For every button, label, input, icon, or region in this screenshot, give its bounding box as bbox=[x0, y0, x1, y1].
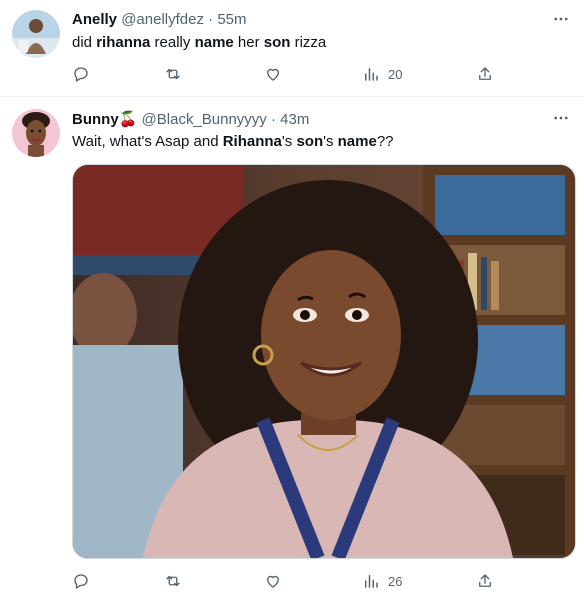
text-part-bold: rihanna bbox=[96, 34, 151, 51]
retweet-icon bbox=[166, 575, 180, 587]
more-icon[interactable] bbox=[552, 10, 570, 33]
share-button[interactable] bbox=[476, 64, 494, 84]
timestamp[interactable]: 55m bbox=[217, 11, 246, 28]
tweet-anelly[interactable]: Anelly @anellyfdez · 55m did rihanna rea… bbox=[0, 0, 584, 97]
text-part: rizza bbox=[290, 34, 327, 51]
like-icon bbox=[267, 575, 279, 588]
views-button[interactable]: 26 bbox=[362, 571, 402, 591]
reply-button[interactable] bbox=[72, 64, 90, 84]
retweet-icon bbox=[166, 68, 180, 80]
more-icon[interactable] bbox=[552, 109, 570, 132]
views-count: 20 bbox=[388, 66, 403, 82]
user-handle[interactable]: @Black_Bunnyyyy bbox=[142, 111, 267, 128]
like-button[interactable] bbox=[264, 64, 282, 84]
share-button[interactable] bbox=[476, 571, 494, 591]
views-count: 26 bbox=[388, 573, 403, 589]
text-part: did bbox=[72, 34, 97, 51]
views-icon bbox=[365, 68, 378, 81]
reply-icon bbox=[74, 574, 88, 589]
display-name[interactable]: Bunny bbox=[72, 111, 119, 128]
display-name[interactable]: Anelly bbox=[72, 11, 117, 28]
like-button[interactable] bbox=[264, 571, 282, 591]
tweet-photo[interactable] bbox=[72, 164, 576, 559]
tweet-text: did rihanna really name her son rizza bbox=[72, 34, 326, 51]
tweet-text: Wait, what's Asap and Rihanna's son's na… bbox=[72, 133, 394, 150]
views-button[interactable]: 20 bbox=[362, 64, 402, 84]
text-part: Wait, what's Asap and bbox=[72, 133, 223, 150]
retweet-button[interactable] bbox=[164, 64, 182, 84]
separator: · bbox=[208, 11, 214, 28]
avatar-bunny[interactable] bbox=[12, 109, 60, 157]
text-part-bold: son bbox=[263, 34, 291, 51]
text-part: really bbox=[150, 34, 195, 51]
text-part: 's bbox=[323, 133, 338, 150]
share-icon bbox=[479, 67, 491, 80]
tweet-header: Anelly @anellyfdez · 55m bbox=[72, 11, 247, 28]
text-part: her bbox=[233, 34, 264, 51]
separator: · bbox=[270, 111, 276, 128]
text-part-bold: name bbox=[337, 133, 377, 150]
retweet-button[interactable] bbox=[164, 571, 182, 591]
views-icon bbox=[365, 575, 378, 588]
text-part: ?? bbox=[376, 133, 394, 150]
tweet-header: Bunny🍒 @Black_Bunnyyyy · 43m bbox=[72, 110, 309, 128]
photo-woman-smiling bbox=[73, 165, 575, 558]
like-icon bbox=[267, 68, 279, 81]
text-part-bold: Rihanna bbox=[222, 133, 282, 150]
tweet-bunny[interactable]: Bunny🍒 @Black_Bunnyyyy · 43m Wait, what'… bbox=[0, 97, 584, 600]
action-bar: 26 bbox=[72, 571, 502, 591]
text-part-bold: son bbox=[296, 133, 324, 150]
text-part-bold: name bbox=[194, 34, 234, 51]
timestamp[interactable]: 43m bbox=[280, 111, 309, 128]
action-bar: 20 bbox=[72, 64, 502, 84]
cherry-emoji: 🍒 bbox=[118, 111, 138, 128]
share-icon bbox=[479, 574, 491, 587]
reply-icon bbox=[74, 67, 88, 82]
reply-button[interactable] bbox=[72, 571, 90, 591]
user-handle[interactable]: @anellyfdez bbox=[121, 11, 204, 28]
text-part: 's bbox=[281, 133, 297, 150]
avatar-anelly[interactable] bbox=[12, 10, 60, 58]
